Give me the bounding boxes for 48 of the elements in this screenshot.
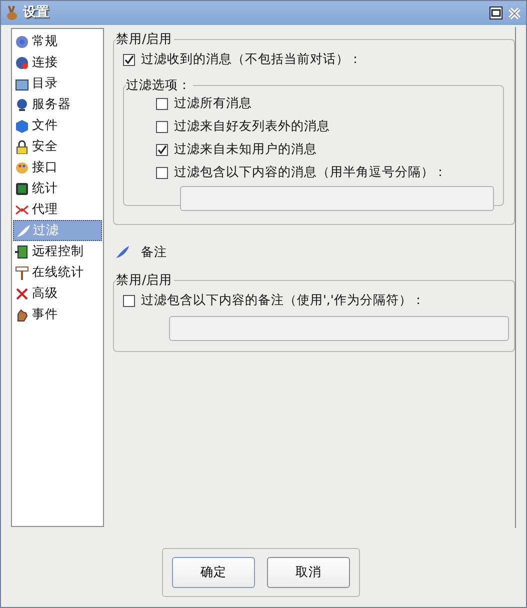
input-field[interactable]	[169, 316, 509, 341]
section-heading: 备注	[141, 242, 167, 261]
sidebar-item[interactable]: 远程控制	[13, 241, 102, 262]
sidebar-item[interactable]: 安全	[13, 136, 102, 157]
checkbox-label: 过滤收到的消息（不包括当前对话）：	[141, 50, 362, 68]
monitor-icon	[15, 182, 29, 196]
maximize-icon[interactable]	[489, 6, 503, 20]
cross-icon	[15, 286, 29, 300]
signpost-icon	[15, 266, 29, 280]
checkbox[interactable]	[123, 54, 135, 66]
checkbox-label: 过滤来自好友列表外的消息	[174, 117, 330, 136]
sidebar-item[interactable]: 目录	[13, 73, 102, 94]
door-icon	[15, 244, 29, 258]
checkbox[interactable]	[156, 144, 168, 156]
sidebar-item[interactable]: 代理	[13, 199, 102, 220]
group-title: 禁用/启用	[116, 272, 174, 288]
sidebar-item[interactable]: 连接	[13, 52, 102, 73]
sidebar-item[interactable]: 服务器	[13, 94, 102, 115]
group-title: 禁用/启用	[116, 31, 174, 47]
sidebar-item[interactable]: 文件	[13, 115, 102, 136]
cancel-button[interactable]: 取消	[267, 557, 350, 588]
group-title: 过滤选项：	[126, 77, 193, 93]
checkbox-label: 过滤包含以下内容的备注（使用','作为分隔符）：	[141, 291, 425, 310]
sidebar-item[interactable]: 事件	[13, 304, 102, 325]
globe-icon	[15, 98, 29, 112]
checkbox[interactable]	[123, 294, 135, 306]
input-field[interactable]	[180, 186, 494, 211]
palette-icon	[15, 160, 29, 174]
checkbox-label: 过滤来自未知用户的消息	[174, 140, 317, 158]
sidebar-item[interactable]: 常规	[13, 31, 102, 52]
checkbox-label: 过滤所有消息	[174, 94, 252, 112]
checkbox[interactable]	[156, 98, 168, 110]
sidebar-item[interactable]: 在线统计	[13, 262, 102, 283]
cube-icon	[15, 118, 29, 132]
lock-icon	[15, 140, 29, 154]
feather-icon	[115, 245, 131, 259]
folder-icon	[15, 76, 29, 90]
checkbox[interactable]	[156, 120, 168, 132]
checkbox[interactable]	[156, 166, 168, 178]
window-title: 设置	[23, 4, 49, 22]
globe-icon	[15, 56, 29, 70]
rabbit-icon	[5, 5, 19, 21]
sidebar-item[interactable]: 统计	[13, 178, 102, 199]
ok-button[interactable]: 确定	[172, 557, 255, 588]
sidebar-item[interactable]: 高级	[13, 283, 102, 304]
feather-icon	[16, 224, 30, 238]
checkbox-label: 过滤包含以下内容的消息（用半角逗号分隔）：	[174, 163, 447, 182]
sidebar-item[interactable]: 接口	[13, 157, 102, 178]
